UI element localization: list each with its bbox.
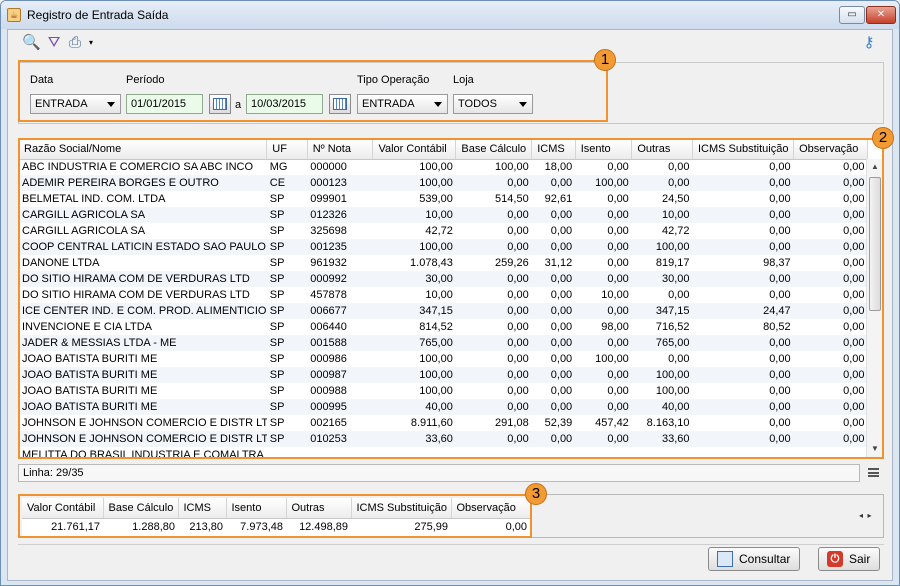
search-icon[interactable]: 🔍 (22, 34, 41, 52)
chevron-down-icon (519, 102, 527, 107)
loja-select[interactable]: TODOS (453, 94, 533, 114)
close-button[interactable]: ✕ (866, 6, 896, 24)
chevron-down-icon (107, 102, 115, 107)
title-bar: ☕ Registro de Entrada Saída ▭ ✕ (1, 1, 899, 29)
print-dropdown-icon[interactable]: ▾ (86, 34, 96, 52)
toolbar: 🔍 ⛛ ⎙ ▾ ⚷ (8, 30, 892, 56)
sair-button[interactable]: ⏻ Sair (818, 547, 880, 571)
calendar-to-button[interactable] (329, 94, 351, 114)
data-label: Data (30, 74, 54, 86)
filter-icon[interactable]: ⛛ (45, 34, 63, 52)
tipo-operacao-label: Tipo Operação (357, 74, 430, 86)
app-window: ☕ Registro de Entrada Saída ▭ ✕ 🔍 ⛛ ⎙ ▾ … (0, 0, 900, 586)
calendar-icon (213, 98, 227, 110)
periodo-separator: a (235, 99, 242, 111)
badge-3: 3 (525, 483, 547, 505)
client-area: 🔍 ⛛ ⎙ ▾ ⚷ 1 Data ENTRADA Período 01/01/2… (7, 29, 894, 581)
java-cup-icon: ☕ (7, 8, 21, 22)
printer-icon[interactable]: ⎙ (66, 34, 84, 52)
scroll-left-right-icon[interactable]: ◂ ▸ (859, 511, 871, 520)
highlight-box-3 (18, 494, 532, 538)
badge-1: 1 (594, 49, 616, 71)
window-title: Registro de Entrada Saída (27, 8, 169, 22)
exit-icon: ⏻ (827, 551, 843, 567)
periodo-from-input[interactable]: 01/01/2015 (126, 94, 203, 114)
loja-label: Loja (453, 74, 474, 86)
periodo-label: Período (126, 74, 165, 86)
consultar-button[interactable]: Consultar (708, 547, 800, 571)
restore-button[interactable]: ▭ (839, 6, 865, 24)
calendar-from-button[interactable] (209, 94, 231, 114)
highlight-box-2 (18, 138, 884, 459)
footer: Consultar ⏻ Sair (18, 544, 884, 578)
data-select[interactable]: ENTRADA (30, 94, 121, 114)
calendar-icon (333, 98, 347, 110)
chevron-down-icon (434, 102, 442, 107)
periodo-to-input[interactable]: 10/03/2015 (246, 94, 323, 114)
status-line: Linha: 29/35 (18, 464, 860, 482)
tipo-operacao-select[interactable]: ENTRADA (357, 94, 448, 114)
badge-2: 2 (872, 127, 894, 149)
key-icon[interactable]: ⚷ (860, 34, 878, 52)
search-icon (717, 551, 733, 567)
menu-icon[interactable] (868, 468, 879, 477)
